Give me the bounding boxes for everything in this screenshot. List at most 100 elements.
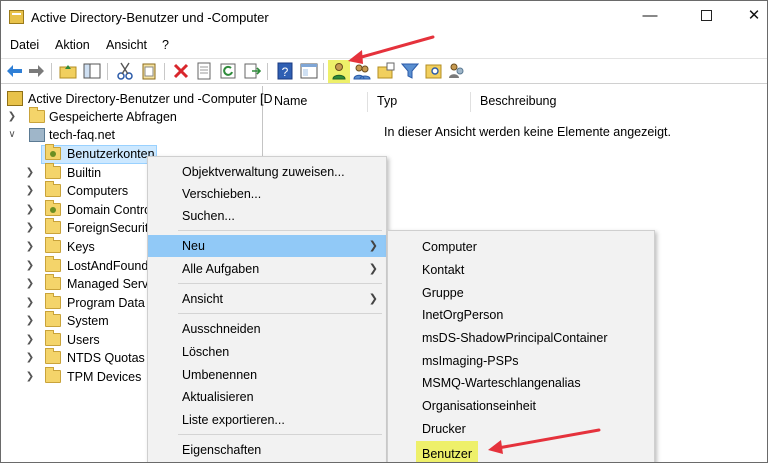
column-divider[interactable] (367, 92, 368, 112)
ad-console-icon (9, 10, 24, 24)
submenu-item-printer[interactable]: Drucker (388, 418, 654, 440)
delete-icon[interactable] (172, 62, 190, 80)
folder-icon (45, 367, 61, 383)
chevron-right-icon[interactable]: ❯ (25, 201, 35, 219)
maximize-icon (700, 9, 712, 21)
folder-icon (45, 293, 61, 309)
submenu-arrow-icon: ❯ (368, 263, 378, 275)
new-ou-icon[interactable] (377, 62, 395, 80)
submenu-arrow-icon: ❯ (368, 293, 378, 305)
chevron-right-icon[interactable]: ❯ (25, 312, 35, 330)
submenu-item-computer[interactable]: Computer (388, 236, 654, 258)
menu-help[interactable]: ? (162, 38, 169, 52)
column-divider[interactable] (470, 92, 471, 112)
back-arrow-icon[interactable] (6, 62, 24, 80)
menu-item-cut[interactable]: Ausschneiden (148, 318, 386, 340)
menu-item-export-list[interactable]: Liste exportieren... (148, 409, 386, 431)
submenu-item-msmq-alias[interactable]: MSMQ-Warteschlangenalias (388, 372, 654, 394)
chevron-right-icon[interactable]: ❯ (25, 219, 35, 237)
submenu-item-group[interactable]: Gruppe (388, 282, 654, 304)
context-menu: Objektverwaltung zuweisen... Verschieben… (147, 156, 387, 462)
add-to-group-icon[interactable] (448, 62, 466, 80)
export-list-icon[interactable] (243, 62, 261, 80)
submenu-item-user[interactable]: Benutzer (388, 441, 654, 462)
column-header-beschreibung[interactable]: Beschreibung (480, 94, 556, 108)
toolbar-separator (164, 63, 165, 80)
folder-icon (45, 311, 61, 327)
submenu-item-inetorgperson[interactable]: InetOrgPerson (388, 304, 654, 326)
maximize-button[interactable] (683, 5, 729, 29)
menu-item-all-tasks[interactable]: Alle Aufgaben ❯ (148, 258, 386, 280)
folder-icon (29, 107, 45, 123)
tree-item-saved-queries[interactable]: ❯ Gespeicherte Abfragen (5, 107, 263, 126)
copy-icon[interactable] (140, 62, 158, 80)
cut-icon[interactable] (116, 62, 134, 80)
chevron-right-icon[interactable]: ❯ (25, 331, 35, 349)
ou-folder-icon (45, 144, 61, 160)
folder-icon (45, 163, 61, 179)
chevron-right-icon[interactable]: ❯ (25, 294, 35, 312)
chevron-right-icon[interactable]: ❯ (25, 164, 35, 182)
column-header-typ[interactable]: Typ (377, 94, 397, 108)
window-title: Active Directory-Benutzer und -Computer (31, 10, 269, 25)
menu-item-delegate-control[interactable]: Objektverwaltung zuweisen... (148, 161, 386, 183)
menu-aktion[interactable]: Aktion (55, 38, 90, 52)
menu-item-new[interactable]: Neu ❯ (148, 235, 386, 257)
chevron-right-icon[interactable]: ❯ (25, 275, 35, 293)
submenu-item-shadow-principal-container[interactable]: msDS-ShadowPrincipalContainer (388, 327, 654, 349)
submenu-arrow-icon: ❯ (368, 240, 378, 252)
chevron-right-icon[interactable]: ❯ (25, 257, 35, 275)
minimize-button[interactable]: — (627, 5, 673, 29)
toolbar-separator (323, 63, 324, 80)
folder-icon (45, 256, 61, 272)
menu-item-properties[interactable]: Eigenschaften (148, 439, 386, 461)
chevron-right-icon[interactable]: ❯ (25, 182, 35, 200)
toolbar: ? (1, 58, 767, 84)
menu-separator (178, 283, 382, 284)
ad-root-icon (7, 91, 23, 106)
submenu-item-msimaging-psps[interactable]: msImaging-PSPs (388, 350, 654, 372)
toolbar-separator (107, 63, 108, 80)
properties-icon[interactable] (195, 62, 213, 80)
submenu-item-contact[interactable]: Kontakt (388, 259, 654, 281)
menu-item-find[interactable]: Suchen... (148, 205, 386, 227)
menu-bar: Datei Aktion Ansicht ? (1, 35, 767, 55)
menu-item-move[interactable]: Verschieben... (148, 183, 386, 205)
filter-icon[interactable] (401, 62, 419, 80)
help-icon[interactable]: ? (276, 62, 294, 80)
chevron-right-icon[interactable]: ❯ (25, 238, 35, 256)
ou-folder-icon (45, 200, 61, 216)
tree-item-domain[interactable]: ∨ tech-faq.net (5, 126, 263, 144)
domain-icon (29, 128, 45, 142)
chevron-down-icon[interactable]: ∨ (7, 126, 17, 144)
menu-ansicht[interactable]: Ansicht (106, 38, 147, 52)
menu-item-rename[interactable]: Umbenennen (148, 364, 386, 386)
refresh-icon[interactable] (219, 62, 237, 80)
folder-icon (45, 237, 61, 253)
menu-datei[interactable]: Datei (10, 38, 39, 52)
chevron-right-icon[interactable]: ❯ (25, 368, 35, 386)
folder-icon (45, 218, 61, 234)
column-header-name[interactable]: Name (274, 94, 307, 108)
submenu-item-ou[interactable]: Organisationseinheit (388, 395, 654, 417)
forward-arrow-icon[interactable] (27, 62, 45, 80)
menu-separator (178, 434, 382, 435)
folder-icon (45, 181, 61, 197)
console-icon[interactable] (300, 62, 318, 80)
new-user-icon[interactable] (330, 62, 348, 80)
menu-item-delete[interactable]: Löschen (148, 341, 386, 363)
chevron-right-icon[interactable]: ❯ (25, 349, 35, 367)
toolbar-separator (51, 63, 52, 80)
menu-separator (178, 313, 382, 314)
folder-icon (45, 348, 61, 364)
folder-icon (45, 274, 61, 290)
chevron-right-icon[interactable]: ❯ (7, 108, 17, 126)
menu-item-refresh[interactable]: Aktualisieren (148, 386, 386, 408)
tree-root[interactable]: Active Directory-Benutzer und -Computer … (5, 90, 273, 108)
new-group-icon[interactable] (353, 62, 371, 80)
up-folder-icon[interactable] (59, 62, 77, 80)
menu-item-view[interactable]: Ansicht ❯ (148, 288, 386, 310)
show-hide-tree-icon[interactable] (83, 62, 101, 80)
find-icon[interactable] (425, 62, 443, 80)
close-button[interactable]: ✕ (731, 5, 767, 29)
